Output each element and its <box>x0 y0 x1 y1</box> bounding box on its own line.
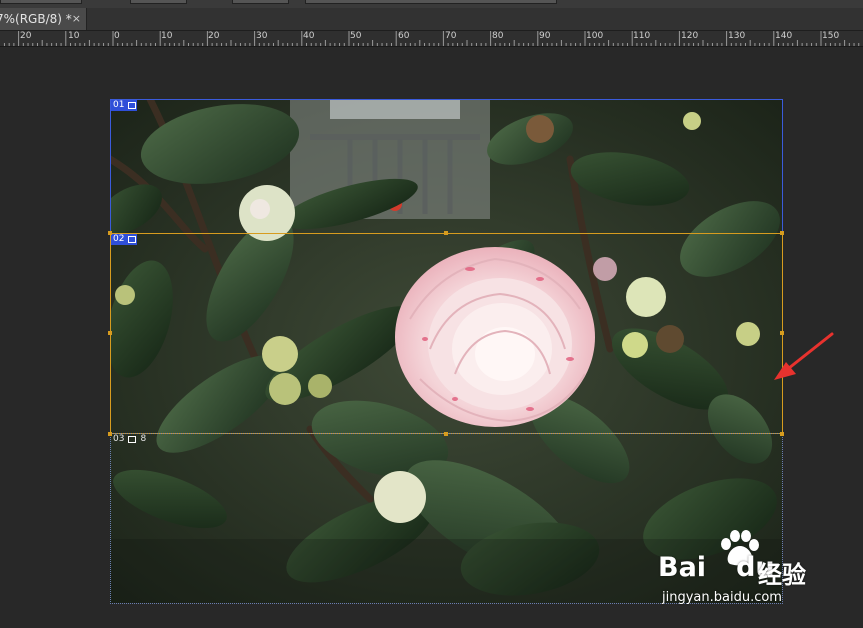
ruler-label: 120 <box>681 31 699 41</box>
slice-handle-bottom-left[interactable] <box>108 432 112 436</box>
options-control[interactable] <box>232 0 289 4</box>
ruler-label: 110 <box>633 31 651 41</box>
ruler-label: 90 <box>539 31 551 41</box>
slice-link-number: 8 <box>140 434 147 444</box>
image-slice-icon <box>126 100 138 111</box>
options-control[interactable] <box>305 0 557 4</box>
ruler-label: 130 <box>728 31 746 41</box>
image-slice-icon <box>126 234 138 245</box>
slice-badge: 02 <box>111 234 138 245</box>
ruler-label: 70 <box>445 31 457 41</box>
ruler-label: 20 <box>20 31 32 41</box>
ruler-label: 40 <box>303 31 315 41</box>
options-control[interactable] <box>0 0 82 4</box>
ruler-label: 30 <box>256 31 268 41</box>
ruler-label: 140 <box>775 31 793 41</box>
slice-01[interactable]: 01 <box>110 99 783 234</box>
options-bar <box>0 0 863 8</box>
slice-handle-bottom-right[interactable] <box>780 432 784 436</box>
ruler-label: 50 <box>350 31 362 41</box>
slice-handle-top[interactable] <box>444 231 448 235</box>
slice-number: 01 <box>111 100 127 111</box>
slice-handle-top-right[interactable] <box>780 231 784 235</box>
horizontal-ruler[interactable]: 20 10 0 10 20 30 40 50 60 70 80 90 100 1… <box>0 31 863 47</box>
slice-number: 03 <box>113 434 125 444</box>
slice-handle-bottom[interactable] <box>444 432 448 436</box>
close-icon[interactable]: × <box>72 8 81 30</box>
baidu-jingyan-watermark: Bai du 经验 jingyan.baidu.com <box>658 530 858 610</box>
ruler-label: 150 <box>822 31 840 41</box>
options-control[interactable] <box>130 0 187 4</box>
watermark-url: jingyan.baidu.com <box>662 590 782 605</box>
document-tab-bar: 7%(RGB/8) * × <box>0 8 863 31</box>
slice-badge: 01 <box>111 100 138 111</box>
slice-number: 02 <box>111 234 127 245</box>
ruler-label: 60 <box>398 31 410 41</box>
slice-02-selected[interactable]: 02 <box>110 233 783 434</box>
ruler-label: 100 <box>586 31 604 41</box>
ruler-label: 0 <box>114 31 120 41</box>
document-tab-title: 7%(RGB/8) * <box>0 12 72 26</box>
ruler-label: 10 <box>68 31 80 41</box>
slice-badge: 03 8 <box>111 434 146 445</box>
watermark-jingyan: 经验 <box>758 561 806 589</box>
ruler-label: 20 <box>208 31 220 41</box>
slice-handle-top-left[interactable] <box>108 231 112 235</box>
ruler-label: 10 <box>161 31 173 41</box>
slice-handle-left[interactable] <box>108 331 112 335</box>
image-slice-icon <box>126 434 137 445</box>
document-tab[interactable]: 7%(RGB/8) * × <box>0 8 87 30</box>
ruler-label: 80 <box>492 31 504 41</box>
red-arrow-icon <box>774 332 834 380</box>
